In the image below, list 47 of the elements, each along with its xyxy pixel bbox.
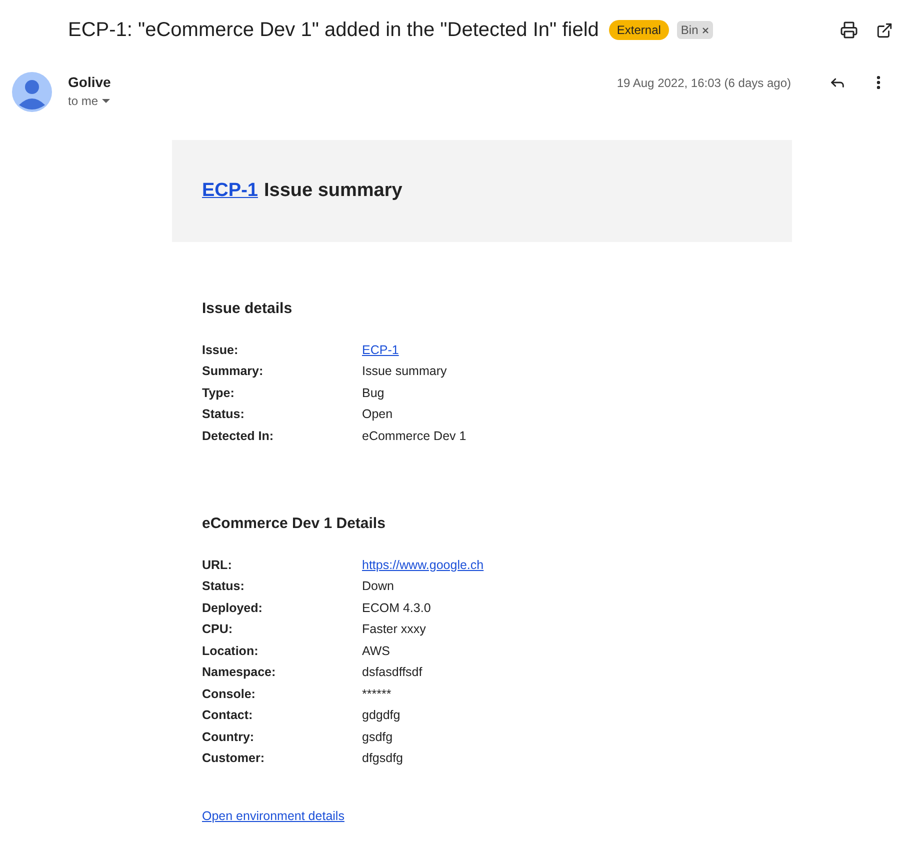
- email-date: 19 Aug 2022, 16:03 (6 days ago): [616, 75, 791, 92]
- section-title: eCommerce Dev 1 Details: [202, 514, 386, 534]
- field-label: Console:: [202, 686, 256, 703]
- close-icon[interactable]: [702, 26, 710, 34]
- field-label: Issue:: [202, 342, 240, 359]
- field-value: Bug: [362, 384, 384, 402]
- label-text: Bin: [680, 22, 698, 39]
- banner-title: Issue summary: [264, 178, 402, 203]
- email-subject: ECP-1: "eCommerce Dev 1" added in the "Detected In" field: [68, 18, 599, 43]
- field-label: Detected In:: [202, 428, 275, 445]
- section-title: Issue details: [202, 299, 294, 319]
- field-label: Type:: [202, 384, 236, 402]
- field-label: Deployed:: [202, 600, 264, 617]
- field-label: Summary:: [202, 363, 264, 380]
- field-label: URL:: [202, 556, 233, 574]
- avatar-icon: [12, 72, 52, 112]
- field-label: Customer:: [202, 750, 266, 768]
- print-icon[interactable]: [840, 21, 858, 39]
- field-label: CPU:: [202, 621, 234, 638]
- field-label: Contact:: [202, 707, 254, 724]
- field-value: Down: [362, 578, 394, 596]
- field-value: dfgsdfg: [362, 750, 404, 768]
- field-label: Status:: [202, 406, 246, 424]
- field-value: gdgdfg: [362, 707, 400, 724]
- caret-icon: [102, 98, 110, 104]
- field-link[interactable]: https://www.google.ch: [362, 556, 484, 575]
- field-value: gsdfg: [362, 728, 393, 746]
- field-value: AWS: [362, 642, 390, 660]
- external-link-icon[interactable]: [876, 22, 893, 38]
- label-chip[interactable]: Bin: [676, 21, 714, 39]
- field-value: Faster xxxy: [362, 621, 426, 638]
- sender-name: Golive: [68, 73, 111, 92]
- field-value: ECOM 4.3.0: [362, 600, 431, 617]
- field-value: Open: [362, 406, 393, 424]
- field-link[interactable]: ECP-1: [362, 340, 399, 360]
- field-value: ******: [362, 686, 392, 703]
- issue-link[interactable]: ECP-1: [202, 176, 258, 206]
- field-value: eCommerce Dev 1: [362, 428, 466, 445]
- label-chip[interactable]: External: [608, 20, 669, 40]
- field-label: Location:: [202, 642, 260, 660]
- field-label: Country:: [202, 728, 256, 746]
- field-label: Namespace:: [202, 664, 277, 682]
- environment-details-link[interactable]: Open environment details: [202, 808, 344, 822]
- field-label: Status:: [202, 578, 246, 596]
- field-value: dsfasdffsdf: [362, 664, 422, 682]
- field-value: Issue summary: [362, 363, 447, 380]
- recipient-dropdown[interactable]: to me: [68, 92, 111, 110]
